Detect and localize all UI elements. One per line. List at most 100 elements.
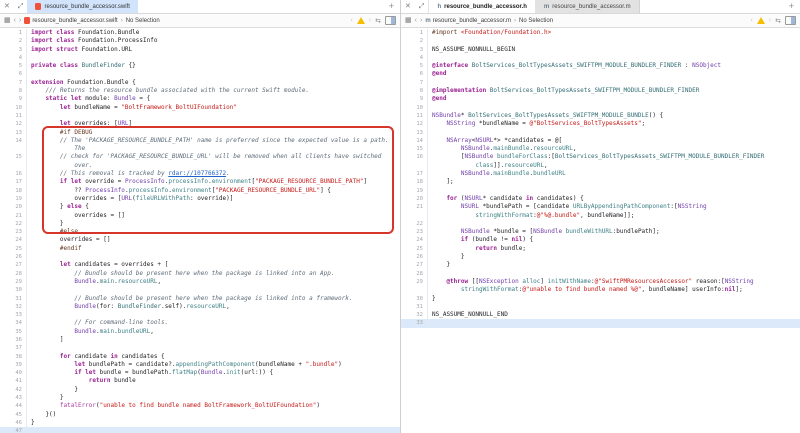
breadcrumb-file[interactable]: m resource_bundle_accessor.m [425,18,511,24]
line-number[interactable]: 43 [0,394,27,402]
code-line[interactable]: 27let candidates = overrides + [ [0,261,400,269]
line-number[interactable]: 15 [0,153,27,161]
line-number[interactable]: 32 [401,311,428,319]
code-line[interactable]: stringWithFormat:@"unable to find bundle… [401,286,800,294]
line-number[interactable]: 29 [401,278,428,286]
tab-resource-bundle-accessor-h[interactable]: h resource_bundle_accessor.h [428,0,535,13]
code-line[interactable]: 28 [401,270,800,278]
breadcrumb-selection[interactable]: No Selection [519,18,553,24]
line-number[interactable]: 44 [0,402,27,410]
line-number[interactable]: 40 [0,369,27,377]
warning-icon[interactable] [757,17,765,24]
go-back-icon[interactable]: ‹ [14,17,16,24]
code-line[interactable]: stringWithFormat:@"%@.bundle", bundleNam… [401,212,800,220]
code-line[interactable]: 34// For command-line tools. [0,319,400,327]
code-line[interactable]: 13#if DEBUG [0,129,400,137]
line-number[interactable]: 23 [0,228,27,236]
line-number[interactable]: 22 [401,220,428,228]
breadcrumb-file[interactable]: resource_bundle_accessor.swift [24,17,117,24]
code-line[interactable]: 25#endif [0,245,400,253]
line-number[interactable]: 27 [0,261,27,269]
code-line[interactable]: class]].resourceURL, [401,162,800,170]
code-line[interactable]: 10 [401,104,800,112]
code-line[interactable]: 20} else { [0,203,400,211]
line-number[interactable]: 9 [0,95,27,103]
line-number[interactable]: 28 [401,270,428,278]
code-line[interactable]: 43} [0,394,400,402]
line-number[interactable]: 11 [401,112,428,120]
go-forward-icon[interactable]: › [19,17,21,24]
line-number[interactable]: 13 [401,129,428,137]
line-number[interactable]: 32 [0,303,27,311]
line-number[interactable]: 13 [0,129,27,137]
code-line[interactable]: 1import class Foundation.Bundle [0,29,400,37]
expand-editor-icon[interactable]: ⤢ [14,0,28,13]
line-number[interactable]: 37 [0,344,27,352]
line-number[interactable]: 12 [0,120,27,128]
code-line[interactable]: 10let bundleName = "BoltFramework_BoltUI… [0,104,400,112]
warning-icon[interactable] [357,17,365,24]
next-issue-icon[interactable]: › [369,17,371,24]
previous-issue-icon[interactable]: ‹ [350,17,352,24]
code-line[interactable]: 15// check for 'PACKAGE_RESOURCE_BUNDLE_… [0,153,400,161]
code-line[interactable]: 17if let override = ProcessInfo.processI… [0,178,400,186]
code-line[interactable]: 31// Bundle should be present here when … [0,295,400,303]
line-number[interactable]: 4 [0,54,27,62]
code-line[interactable]: 28// Bundle should be present here when … [0,270,400,278]
line-number[interactable]: 29 [0,278,27,286]
new-tab-icon[interactable]: + [383,0,400,13]
line-number[interactable]: 8 [0,87,27,95]
line-number[interactable]: 42 [0,386,27,394]
code-line[interactable]: 18]; [401,178,800,186]
code-line[interactable]: 44fatalError("unable to find bundle name… [0,402,400,410]
line-number[interactable]: 17 [401,170,428,178]
code-line[interactable]: 2import class Foundation.ProcessInfo [0,37,400,45]
code-line[interactable]: 35Bundle.main.bundleURL, [0,328,400,336]
code-line[interactable]: 18?? ProcessInfo.processInfo.environment… [0,187,400,195]
line-number[interactable]: 21 [0,212,27,220]
code-line[interactable]: 32Bundle(for: BundleFinder.self).resourc… [0,303,400,311]
line-number[interactable]: 12 [401,120,428,128]
code-line[interactable]: 23#else [0,228,400,236]
code-line[interactable]: 7extension Foundation.Bundle { [0,79,400,87]
line-number[interactable] [401,212,428,220]
code-line[interactable]: 22 [401,220,800,228]
code-line[interactable]: 47 [0,427,400,433]
code-line[interactable]: 32NS_ASSUME_NONNULL_END [401,311,800,319]
line-number[interactable]: 33 [401,319,428,327]
close-editor-icon[interactable]: ✕ [401,0,415,13]
code-line[interactable]: 30} [401,295,800,303]
code-line[interactable]: 14// The 'PACKAGE_RESOURCE_BUNDLE_PATH' … [0,137,400,145]
line-number[interactable]: 39 [0,361,27,369]
code-editor-swift[interactable]: 1import class Foundation.Bundle2import c… [0,28,400,433]
line-number[interactable]: 11 [0,112,27,120]
line-number[interactable]: 10 [0,104,27,112]
counterpart-arrows-icon[interactable]: ⇆ [375,17,381,25]
line-number[interactable]: 6 [0,70,27,78]
line-number[interactable]: 9 [401,95,428,103]
line-number[interactable]: 27 [401,261,428,269]
counterpart-arrows-icon[interactable]: ⇆ [775,17,781,25]
line-number[interactable]: 1 [401,29,428,37]
line-number[interactable]: 46 [0,419,27,427]
code-line[interactable]: 14NSArray<NSURL*> *candidates = @[ [401,137,800,145]
line-number[interactable]: 5 [401,62,428,70]
code-line[interactable]: 24if (bundle != nil) { [401,236,800,244]
line-number[interactable]: 20 [401,195,428,203]
code-line[interactable]: 16// This removal is tracked by rdar://1… [0,170,400,178]
line-number[interactable]: 33 [0,311,27,319]
code-line[interactable]: 26} [401,253,800,261]
line-number[interactable]: 3 [401,46,428,54]
line-number[interactable]: 30 [401,295,428,303]
code-line[interactable]: 33 [401,319,800,327]
line-number[interactable]: 19 [401,187,428,195]
code-line[interactable]: 25return bundle; [401,245,800,253]
code-line[interactable]: 45}() [0,411,400,419]
code-line[interactable]: 11NSBundle* BoltServices_BoltTypesAssets… [401,112,800,120]
code-line[interactable]: 46} [0,419,400,427]
code-line[interactable]: 5private class BundleFinder {} [0,62,400,70]
line-number[interactable]: 28 [0,270,27,278]
code-line[interactable]: 13 [401,129,800,137]
breadcrumb-selection[interactable]: No Selection [126,18,160,24]
tab-resource-bundle-accessor-swift[interactable]: resource_bundle_accessor.swift [27,0,137,13]
